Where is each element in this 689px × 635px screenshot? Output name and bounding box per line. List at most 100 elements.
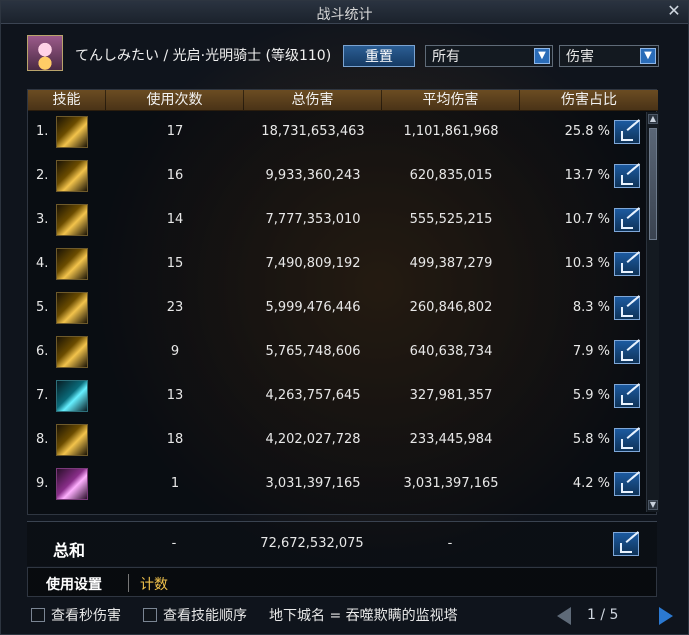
uses-value: 16 xyxy=(166,168,184,183)
character-info: てんしみたい / 光启·光明骑士 (等级110) xyxy=(75,48,332,64)
total-damage-value: 9,933,360,243 xyxy=(265,168,361,183)
table-row: 4. 15 7,490,809,192 499,387,279 10.3 % xyxy=(28,242,646,286)
uses-value: 14 xyxy=(166,212,184,227)
export-icon[interactable] xyxy=(613,532,639,556)
skill-icon xyxy=(56,204,88,236)
sum-label: 总和 xyxy=(53,541,86,560)
export-icon[interactable] xyxy=(614,472,640,496)
average-damage-value: 233,445,984 xyxy=(409,432,493,447)
total-damage-value: 7,777,353,010 xyxy=(265,212,361,227)
average-damage-value: 260,846,802 xyxy=(409,300,493,315)
checkbox-skill-order[interactable] xyxy=(143,608,157,622)
column-header-skill: 技能 xyxy=(28,90,106,110)
row-index: 2. xyxy=(36,168,49,183)
row-index: 7. xyxy=(36,388,49,403)
export-icon[interactable] xyxy=(614,164,640,188)
chevron-down-icon: ▼ xyxy=(640,48,656,64)
average-damage-value: 327,981,357 xyxy=(409,388,493,403)
total-damage-value: 4,202,027,728 xyxy=(265,432,361,447)
sum-row: 总和 - 72,672,532,075 - xyxy=(27,521,657,566)
checkbox-dps[interactable] xyxy=(31,608,45,622)
export-icon[interactable] xyxy=(614,428,640,452)
footer: 查看秒伤害 查看技能顺序 地下城名 = 吞噬欺瞒的监视塔 1 / 5 xyxy=(31,605,673,629)
damage-share-value: 10.3 % xyxy=(564,256,610,271)
total-damage-value: 4,263,757,645 xyxy=(265,388,361,403)
filter-select[interactable]: 所有 ▼ xyxy=(425,45,553,67)
page-indicator: 1 / 5 xyxy=(587,607,619,623)
tab-settings[interactable]: 使用设置 xyxy=(46,574,102,594)
skill-icon xyxy=(56,292,88,324)
export-icon[interactable] xyxy=(614,296,640,320)
checkbox-dps-label: 查看秒伤害 xyxy=(51,608,121,624)
avatar xyxy=(27,35,63,71)
uses-value: 15 xyxy=(166,256,184,271)
pager: 1 / 5 xyxy=(557,607,677,627)
sum-average-damage: - xyxy=(447,536,453,551)
column-header-total-damage: 总伤害 xyxy=(244,90,382,110)
column-header-uses: 使用次数 xyxy=(106,90,244,110)
total-damage-value: 5,765,748,606 xyxy=(265,344,361,359)
sum-uses: - xyxy=(171,536,177,551)
damage-share-value: 4.2 % xyxy=(572,476,610,491)
table-row: 3. 14 7,777,353,010 555,525,215 10.7 % xyxy=(28,198,646,242)
title-bar: 战斗统计 ✕ xyxy=(1,1,688,24)
skill-icon xyxy=(56,468,88,500)
table-row: 6. 9 5,765,748,606 640,638,734 7.9 % xyxy=(28,330,646,374)
average-damage-value: 555,525,215 xyxy=(409,212,493,227)
total-damage-value: 3,031,397,165 xyxy=(265,476,361,491)
checkbox-skill-order-label: 查看技能顺序 xyxy=(163,608,247,624)
average-damage-value: 620,835,015 xyxy=(409,168,493,183)
uses-value: 13 xyxy=(166,388,184,403)
skill-icon xyxy=(56,160,88,192)
scroll-down-icon[interactable]: ▼ xyxy=(648,500,658,510)
damage-share-value: 25.8 % xyxy=(564,124,610,139)
sum-total-damage: 72,672,532,075 xyxy=(260,536,364,551)
header: てんしみたい / 光启·光明骑士 (等级110) 重置 所有 ▼ 伤害 ▼ xyxy=(27,35,667,75)
tab-divider xyxy=(128,574,129,592)
row-index: 6. xyxy=(36,344,49,359)
chevron-down-icon: ▼ xyxy=(534,48,550,64)
uses-value: 1 xyxy=(170,476,180,491)
uses-value: 17 xyxy=(166,124,184,139)
scroll-up-icon[interactable]: ▲ xyxy=(648,114,658,124)
metric-selected: 伤害 xyxy=(566,49,594,65)
reset-button[interactable]: 重置 xyxy=(343,45,415,67)
window-title: 战斗统计 xyxy=(316,7,373,23)
skill-icon xyxy=(56,248,88,280)
skill-icon xyxy=(56,424,88,456)
row-index: 4. xyxy=(36,256,49,271)
close-icon[interactable]: ✕ xyxy=(666,3,682,19)
table-row: 5. 23 5,999,476,446 260,846,802 8.3 % xyxy=(28,286,646,330)
filter-selected: 所有 xyxy=(432,49,460,65)
export-icon[interactable] xyxy=(614,252,640,276)
table-row: 9. 1 3,031,397,165 3,031,397,165 4.2 % xyxy=(28,462,646,506)
total-damage-value: 7,490,809,192 xyxy=(265,256,361,271)
tab-counter[interactable]: 计数 xyxy=(140,574,168,594)
average-damage-value: 3,031,397,165 xyxy=(403,476,499,491)
previous-page-icon[interactable] xyxy=(557,607,571,625)
column-header-damage-share: 伤害占比 xyxy=(561,92,617,108)
skill-icon xyxy=(56,380,88,412)
skill-icon xyxy=(56,116,88,148)
export-icon[interactable] xyxy=(614,208,640,232)
row-index: 5. xyxy=(36,300,49,315)
combat-stats-window: 战斗统计 ✕ てんしみたい / 光启·光明骑士 (等级110) 重置 所有 ▼ … xyxy=(0,0,689,635)
metric-select[interactable]: 伤害 ▼ xyxy=(559,45,659,67)
export-icon[interactable] xyxy=(614,340,640,364)
skill-icon xyxy=(56,336,88,368)
export-icon[interactable] xyxy=(614,384,640,408)
tabs: 使用设置 计数 xyxy=(27,567,657,597)
skill-table: 技能 使用次数 总伤害 平均伤害 伤害占比 1. 17 18,731,653,4… xyxy=(27,89,659,515)
average-damage-value: 1,101,861,968 xyxy=(403,124,499,139)
total-damage-value: 5,999,476,446 xyxy=(265,300,361,315)
table-row: 2. 16 9,933,360,243 620,835,015 13.7 % xyxy=(28,154,646,198)
uses-value: 18 xyxy=(166,432,184,447)
table-scrollbar[interactable]: ▲ ▼ xyxy=(646,112,659,512)
row-index: 1. xyxy=(36,124,49,139)
damage-share-value: 13.7 % xyxy=(564,168,610,183)
total-damage-value: 18,731,653,463 xyxy=(261,124,365,139)
uses-value: 9 xyxy=(170,344,180,359)
next-page-icon[interactable] xyxy=(659,607,673,625)
export-icon[interactable] xyxy=(614,120,640,144)
scroll-thumb[interactable] xyxy=(649,128,657,240)
